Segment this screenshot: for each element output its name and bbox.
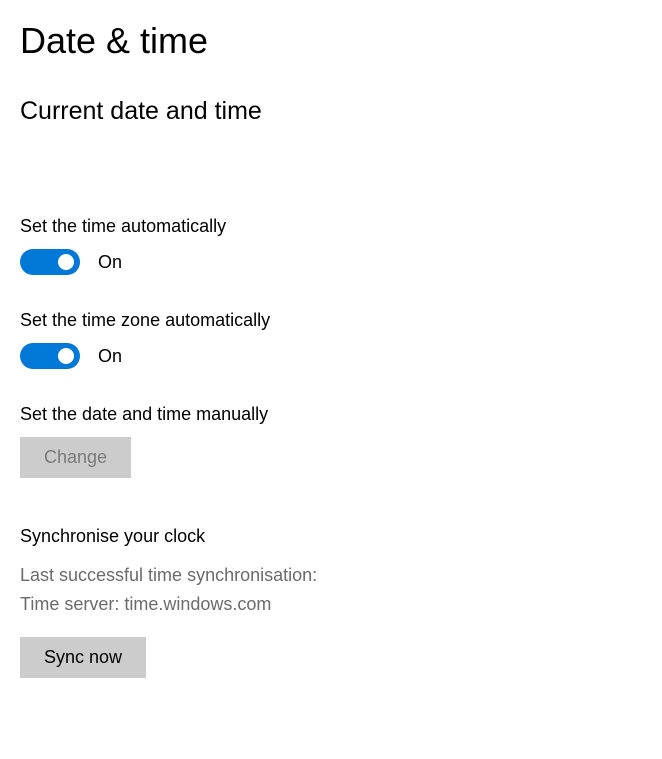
- section-heading-current: Current date and time: [20, 97, 642, 126]
- toggle-row-auto-time: On: [20, 249, 642, 275]
- change-button: Change: [20, 437, 131, 478]
- setting-auto-time-label: Set the time automatically: [20, 216, 642, 237]
- sync-section: Synchronise your clock Last successful t…: [20, 526, 642, 678]
- setting-auto-timezone-label: Set the time zone automatically: [20, 310, 642, 331]
- setting-manual-datetime: Set the date and time manually Change: [20, 404, 642, 478]
- setting-auto-timezone: Set the time zone automatically On: [20, 310, 642, 369]
- toggle-auto-time-state: On: [98, 252, 122, 273]
- sync-last-success: Last successful time synchronisation:: [20, 561, 642, 590]
- toggle-knob-icon: [58, 348, 74, 364]
- page-title: Date & time: [20, 20, 642, 62]
- sync-now-button[interactable]: Sync now: [20, 637, 146, 678]
- toggle-auto-time[interactable]: [20, 249, 80, 275]
- toggle-row-auto-timezone: On: [20, 343, 642, 369]
- sync-server: Time server: time.windows.com: [20, 590, 642, 619]
- setting-auto-time: Set the time automatically On: [20, 216, 642, 275]
- setting-manual-label: Set the date and time manually: [20, 404, 642, 425]
- toggle-auto-timezone-state: On: [98, 346, 122, 367]
- sync-info: Last successful time synchronisation: Ti…: [20, 561, 642, 619]
- toggle-auto-timezone[interactable]: [20, 343, 80, 369]
- sync-heading: Synchronise your clock: [20, 526, 642, 547]
- toggle-knob-icon: [58, 254, 74, 270]
